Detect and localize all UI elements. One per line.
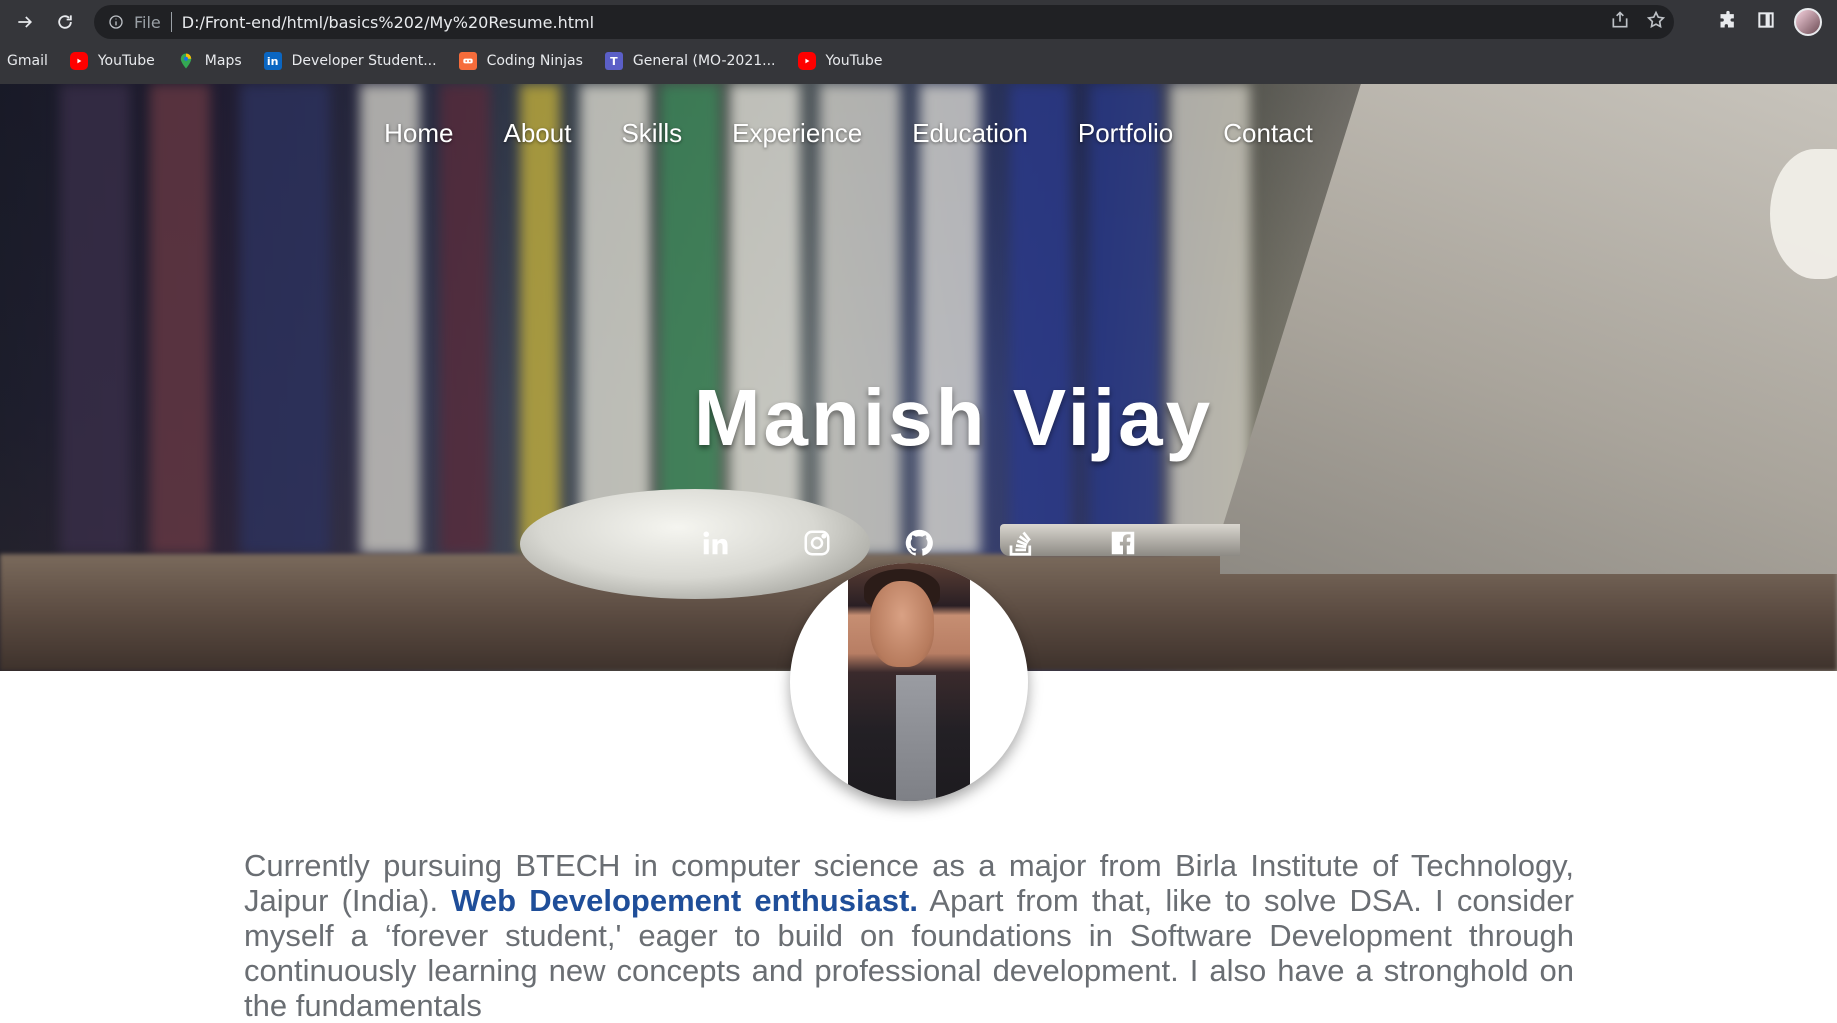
bookmark-maps[interactable]: Maps bbox=[177, 52, 242, 70]
photo-shirt bbox=[896, 675, 936, 801]
background-book bbox=[60, 84, 130, 554]
bookmark-label: Developer Student... bbox=[291, 53, 437, 69]
nav-about[interactable]: About bbox=[504, 118, 572, 149]
forward-icon[interactable] bbox=[8, 5, 42, 39]
background-book bbox=[1010, 84, 1070, 554]
nav-education[interactable]: Education bbox=[912, 118, 1028, 149]
nav-list: Home About Skills Experience Education P… bbox=[359, 118, 1338, 149]
address-bar[interactable]: File D:/Front-end/html/basics%202/My%20R… bbox=[94, 5, 1674, 39]
background-book bbox=[820, 84, 900, 554]
background-book bbox=[520, 84, 560, 554]
share-icon[interactable] bbox=[1610, 10, 1630, 35]
facebook-icon[interactable] bbox=[1106, 526, 1140, 560]
background-book bbox=[730, 84, 800, 554]
instagram-icon[interactable] bbox=[800, 526, 834, 560]
reload-icon[interactable] bbox=[48, 5, 82, 39]
omnibox-actions bbox=[1610, 5, 1666, 39]
background-book bbox=[580, 84, 650, 554]
linkedin-icon[interactable] bbox=[698, 526, 732, 560]
profile-photo-image bbox=[848, 563, 970, 801]
background-book bbox=[660, 84, 720, 554]
extensions-icon[interactable] bbox=[1718, 10, 1738, 35]
bookmark-developer-student[interactable]: in Developer Student... bbox=[263, 52, 437, 70]
bookmark-label: Gmail bbox=[7, 53, 48, 69]
bookmark-label: YouTube bbox=[97, 53, 155, 69]
nav-home[interactable]: Home bbox=[384, 118, 453, 149]
bookmarks-bar: Gmail YouTube Maps in Developer Student.… bbox=[0, 48, 904, 74]
bookmark-label: Coding Ninjas bbox=[486, 53, 583, 69]
side-panel-icon[interactable] bbox=[1756, 10, 1776, 35]
background-book bbox=[920, 84, 980, 554]
bookmark-star-icon[interactable] bbox=[1646, 10, 1666, 35]
bookmark-label: General (MO-2021... bbox=[632, 53, 776, 69]
nav-experience[interactable]: Experience bbox=[732, 118, 862, 149]
nav-portfolio[interactable]: Portfolio bbox=[1078, 118, 1173, 149]
hero-name: Manish Vijay bbox=[693, 373, 1214, 462]
background-book bbox=[1090, 84, 1160, 554]
nav-contact[interactable]: Contact bbox=[1223, 118, 1313, 149]
teams-icon: T bbox=[604, 52, 623, 70]
youtube-icon bbox=[69, 52, 88, 70]
toolbar-actions bbox=[1718, 5, 1822, 39]
photo-face bbox=[870, 581, 934, 667]
scheme-label: File bbox=[134, 12, 161, 32]
background-book bbox=[150, 84, 210, 554]
browser-chrome: File D:/Front-end/html/basics%202/My%20R… bbox=[0, 0, 1837, 84]
bookmark-coding-ninjas[interactable]: Coding Ninjas bbox=[458, 52, 583, 70]
coding-ninjas-icon bbox=[458, 52, 477, 70]
about-highlight: Web Developement enthusiast. bbox=[451, 883, 918, 918]
main-nav: Home About Skills Experience Education P… bbox=[0, 118, 1837, 149]
profile-avatar[interactable] bbox=[1794, 8, 1822, 36]
nav-skills[interactable]: Skills bbox=[621, 118, 682, 149]
about-paragraph: Currently pursuing BTECH in computer sci… bbox=[244, 848, 1574, 1023]
background-book bbox=[360, 84, 420, 554]
divider bbox=[170, 12, 172, 32]
laptop-image bbox=[1220, 84, 1837, 574]
info-icon[interactable] bbox=[108, 14, 124, 30]
social-links bbox=[0, 526, 1837, 560]
url-text[interactable]: D:/Front-end/html/basics%202/My%20Resume… bbox=[182, 13, 594, 32]
github-icon[interactable] bbox=[902, 526, 936, 560]
maps-icon bbox=[177, 52, 195, 70]
stack-overflow-icon[interactable] bbox=[1004, 526, 1038, 560]
bookmark-youtube-2[interactable]: YouTube bbox=[797, 52, 883, 70]
profile-photo bbox=[790, 563, 1028, 801]
bookmark-teams-general[interactable]: T General (MO-2021... bbox=[604, 52, 776, 70]
background-book bbox=[440, 84, 490, 554]
background-book bbox=[240, 84, 330, 554]
linkedin-icon: in bbox=[263, 52, 282, 70]
youtube-icon bbox=[797, 52, 816, 70]
bookmark-gmail[interactable]: Gmail bbox=[7, 53, 48, 69]
bookmark-label: YouTube bbox=[825, 53, 883, 69]
bookmark-label: Maps bbox=[204, 53, 242, 69]
browser-toolbar: File D:/Front-end/html/basics%202/My%20R… bbox=[0, 0, 1837, 44]
bookmark-youtube[interactable]: YouTube bbox=[69, 52, 155, 70]
